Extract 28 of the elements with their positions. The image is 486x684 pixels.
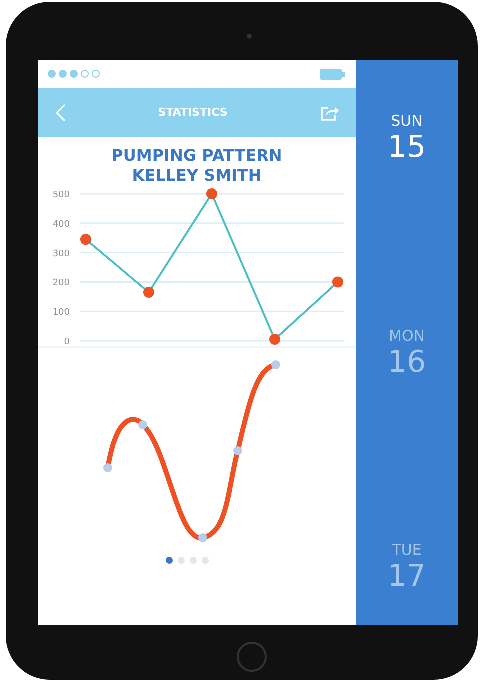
weekday-label[interactable]: MON: [389, 326, 425, 344]
page-dot[interactable]: [202, 557, 208, 564]
axis-label: 500: [52, 190, 70, 200]
axis-label: 300: [52, 249, 70, 260]
date-number[interactable]: 16: [388, 344, 426, 380]
axis-label: 200: [52, 278, 70, 289]
axis-label: 400: [52, 220, 70, 230]
date-number[interactable]: 17: [388, 559, 426, 595]
weekday-label[interactable]: SUN: [391, 112, 423, 130]
data-point: [332, 276, 344, 288]
home-button[interactable]: [237, 642, 267, 672]
weekday-label[interactable]: TUE: [392, 541, 422, 559]
battery-icon: [320, 68, 346, 80]
data-point: [80, 234, 92, 246]
data-point: [206, 188, 218, 200]
chart-title: KELLEY SMITH: [132, 166, 262, 186]
axis-label: 100: [52, 308, 70, 318]
page-dot[interactable]: [178, 557, 184, 564]
page-dot[interactable]: [166, 557, 172, 564]
data-point: [270, 334, 280, 346]
chart-title: PUMPING PATTERN: [112, 146, 282, 166]
data-point: [144, 287, 154, 298]
screen-title: STATISTICS: [158, 106, 228, 119]
axis-label: 0: [64, 338, 70, 346]
date-number[interactable]: 15: [388, 130, 426, 166]
camera-icon: [247, 34, 252, 39]
page-dot[interactable]: [190, 557, 196, 564]
back-icon[interactable]: [56, 104, 66, 122]
